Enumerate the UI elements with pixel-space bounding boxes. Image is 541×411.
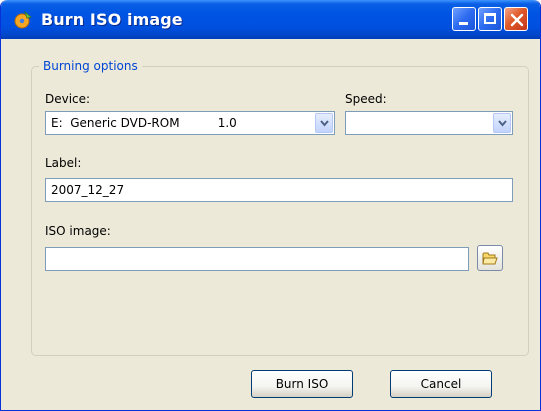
speed-label: Speed: xyxy=(345,92,387,106)
label-input[interactable] xyxy=(46,179,512,201)
iso-image-input[interactable] xyxy=(46,248,468,270)
burn-iso-dialog: Burn ISO image Burning options Device: E… xyxy=(0,0,541,411)
device-dropdown-button[interactable] xyxy=(315,113,333,133)
chevron-down-icon xyxy=(498,120,507,127)
burn-iso-button[interactable]: Burn ISO xyxy=(251,370,353,398)
speed-select[interactable] xyxy=(345,111,513,135)
label-field[interactable] xyxy=(45,178,513,202)
device-select[interactable]: E: Generic DVD-ROM 1.0 xyxy=(45,111,335,135)
folder-open-icon xyxy=(482,252,498,265)
close-icon xyxy=(510,13,524,27)
window-title: Burn ISO image xyxy=(41,10,183,29)
title-bar[interactable]: Burn ISO image xyxy=(1,0,540,39)
iso-image-field[interactable] xyxy=(45,247,469,271)
browse-iso-button[interactable] xyxy=(477,245,503,271)
iso-image-label: ISO image: xyxy=(45,224,111,238)
chevron-down-icon xyxy=(320,120,329,127)
device-value: E: Generic DVD-ROM 1.0 xyxy=(51,116,237,130)
maximize-button[interactable] xyxy=(478,7,502,31)
minimize-icon xyxy=(459,22,468,25)
minimize-button[interactable] xyxy=(452,7,476,31)
cancel-button[interactable]: Cancel xyxy=(390,370,492,398)
burning-options-group xyxy=(31,66,529,356)
burning-options-legend: Burning options xyxy=(39,59,142,73)
device-label: Device: xyxy=(45,92,91,106)
speed-dropdown-button[interactable] xyxy=(493,113,511,133)
label-field-label: Label: xyxy=(45,156,82,170)
burn-app-icon xyxy=(13,10,33,30)
maximize-icon xyxy=(484,13,496,24)
close-button[interactable] xyxy=(504,7,528,31)
